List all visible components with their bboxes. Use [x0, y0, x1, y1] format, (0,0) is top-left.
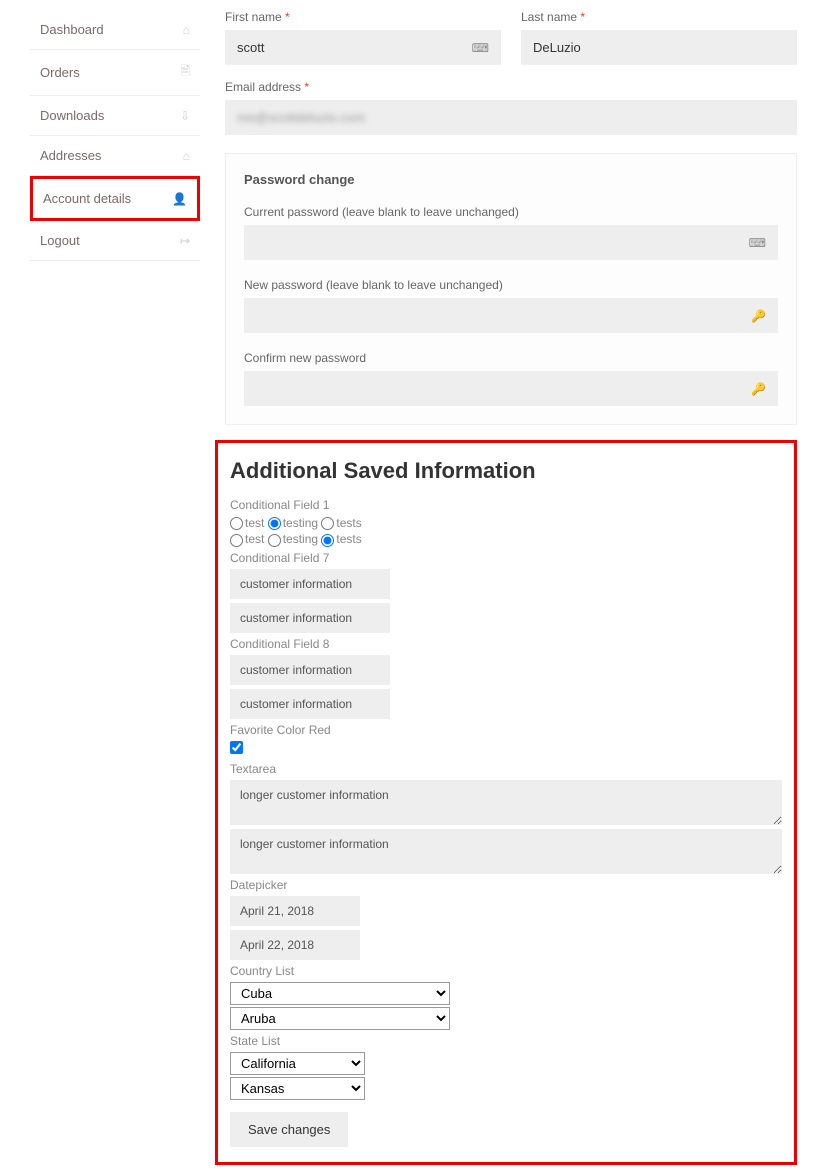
- cond-field-8-input-2[interactable]: [230, 689, 390, 719]
- sidebar-item-label: Dashboard: [40, 22, 104, 37]
- addresses-icon: ⌂: [183, 149, 190, 163]
- sidebar-item-label: Logout: [40, 233, 80, 248]
- key-icon: 🔑: [751, 309, 766, 323]
- radio-tests-2[interactable]: [321, 534, 334, 547]
- sidebar-item-label: Addresses: [40, 148, 101, 163]
- additional-info-section: Additional Saved Information Conditional…: [215, 440, 797, 1165]
- favorite-color-checkbox[interactable]: [230, 741, 243, 754]
- country-list-label: Country List: [230, 964, 782, 978]
- sidebar-item-downloads[interactable]: Downloads ⇩: [30, 96, 200, 136]
- keyboard-icon: ⌨: [472, 41, 489, 55]
- password-section-title: Password change: [244, 172, 778, 187]
- cond-field-7-input-2[interactable]: [230, 603, 390, 633]
- textarea-label: Textarea: [230, 762, 782, 776]
- state-list-label: State List: [230, 1034, 782, 1048]
- downloads-icon: ⇩: [180, 109, 190, 123]
- conditional-field-1-label: Conditional Field 1: [230, 498, 782, 512]
- radio-testing-2[interactable]: [268, 534, 281, 547]
- sidebar-item-label: Downloads: [40, 108, 104, 123]
- textarea-1[interactable]: [230, 780, 782, 825]
- radio-row-1: test testing tests: [230, 516, 782, 530]
- country-select-1[interactable]: Cuba: [230, 982, 450, 1005]
- state-select-2[interactable]: Kansas: [230, 1077, 365, 1100]
- favorite-color-label: Favorite Color Red: [230, 723, 782, 737]
- new-password-label: New password (leave blank to leave uncha…: [244, 278, 778, 292]
- radio-test-2[interactable]: [230, 534, 243, 547]
- last-name-label: Last name *: [521, 10, 797, 24]
- sidebar-item-account-details[interactable]: Account details 👤: [30, 176, 200, 221]
- datepicker-2[interactable]: [230, 930, 360, 960]
- conditional-field-8-label: Conditional Field 8: [230, 637, 782, 651]
- confirm-password-label: Confirm new password: [244, 351, 778, 365]
- state-select-1[interactable]: California: [230, 1052, 365, 1075]
- password-fieldset: Password change Current password (leave …: [225, 153, 797, 425]
- keyboard-icon: ⌨: [749, 236, 766, 250]
- save-changes-button[interactable]: Save changes: [230, 1112, 348, 1147]
- first-name-input[interactable]: [225, 30, 501, 65]
- radio-test-1[interactable]: [230, 517, 243, 530]
- orders-icon: 🗎: [180, 62, 190, 83]
- datepicker-label: Datepicker: [230, 878, 782, 892]
- country-select-2[interactable]: Aruba: [230, 1007, 450, 1030]
- key-icon: 🔑: [751, 382, 766, 396]
- confirm-password-input[interactable]: [244, 371, 778, 406]
- dashboard-icon: ⌂: [183, 23, 190, 37]
- main-content: First name * ⌨ Last name * Email address…: [200, 10, 797, 1165]
- logout-icon: ↦: [180, 234, 190, 248]
- new-password-input[interactable]: [244, 298, 778, 333]
- user-icon: 👤: [172, 192, 187, 206]
- sidebar-item-orders[interactable]: Orders 🗎: [30, 50, 200, 96]
- sidebar: Dashboard ⌂ Orders 🗎 Downloads ⇩ Address…: [30, 10, 200, 1165]
- radio-row-2: test testing tests: [230, 532, 782, 546]
- radio-tests-1[interactable]: [321, 517, 334, 530]
- cond-field-8-input-1[interactable]: [230, 655, 390, 685]
- email-input[interactable]: me@scottdeluzio.com: [225, 100, 797, 135]
- last-name-input[interactable]: [521, 30, 797, 65]
- sidebar-item-label: Account details: [43, 191, 131, 206]
- textarea-2[interactable]: [230, 829, 782, 874]
- sidebar-item-label: Orders: [40, 65, 80, 80]
- datepicker-1[interactable]: [230, 896, 360, 926]
- radio-testing-1[interactable]: [268, 517, 281, 530]
- additional-heading: Additional Saved Information: [230, 458, 782, 484]
- current-password-label: Current password (leave blank to leave u…: [244, 205, 778, 219]
- cond-field-7-input-1[interactable]: [230, 569, 390, 599]
- email-label: Email address *: [225, 80, 797, 94]
- current-password-input[interactable]: [244, 225, 778, 260]
- sidebar-item-dashboard[interactable]: Dashboard ⌂: [30, 10, 200, 50]
- conditional-field-7-label: Conditional Field 7: [230, 551, 782, 565]
- sidebar-item-logout[interactable]: Logout ↦: [30, 221, 200, 261]
- sidebar-item-addresses[interactable]: Addresses ⌂: [30, 136, 200, 176]
- first-name-label: First name *: [225, 10, 501, 24]
